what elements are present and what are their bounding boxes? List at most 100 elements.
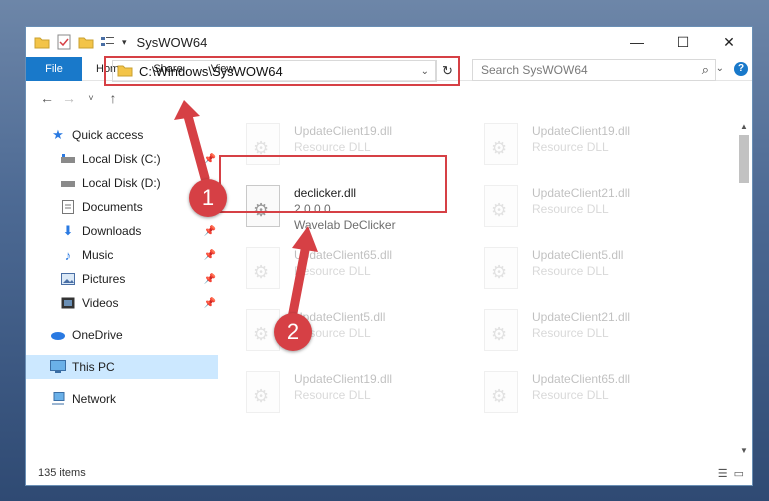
document-icon [60,199,76,215]
file-item[interactable]: UpdateClient19.dll Resource DLL [484,123,704,171]
navigation-bar: ← → ˅ ↑ [26,81,752,115]
navigation-pane: ★ Quick access Local Disk (C:) 📌 Local D… [26,119,218,459]
sidebar-item-videos[interactable]: Videos 📌 [26,291,218,315]
pictures-icon [60,271,76,287]
address-path[interactable]: C:\Windows\SysWOW64 [139,64,283,79]
file-description: Resource DLL [294,264,371,278]
sidebar-item-label: Local Disk (D:) [82,176,161,190]
view-menu-icon[interactable] [100,34,116,50]
file-description: Resource DLL [532,202,609,216]
pin-icon[interactable]: 📌 [204,154,216,165]
search-input[interactable]: Search SysWOW64 ⌕ [472,59,716,81]
details-view-icon[interactable]: ☰ [718,467,728,480]
title-bar: ▾ SysWOW64 — ☐ ✕ [26,27,752,57]
sidebar-item-label: This PC [72,360,115,374]
file-name: UpdateClient65.dll [532,372,631,386]
file-description: Resource DLL [294,388,371,402]
video-icon [60,295,76,311]
sidebar-item-pictures[interactable]: Pictures 📌 [26,267,218,291]
file-item[interactable]: UpdateClient21.dll Resource DLL [484,309,704,357]
dll-file-icon [484,185,518,227]
properties-icon[interactable] [56,34,72,50]
sidebar-item-label: Downloads [82,224,142,238]
sidebar-item-local-disk-c[interactable]: Local Disk (C:) 📌 [26,147,218,171]
maximize-button[interactable]: ☐ [660,27,706,57]
drive-icon [60,151,76,167]
tab-file[interactable]: File [26,56,82,81]
up-arrow-icon[interactable]: ↑ [102,90,124,106]
sidebar-item-quick-access[interactable]: ★ Quick access [26,123,218,147]
file-item[interactable]: UpdateClient65.dll Resource DLL [246,247,466,295]
recent-locations-icon[interactable]: ˅ [80,93,102,103]
address-dropdown-icon[interactable]: ⌄ [421,66,429,77]
close-button[interactable]: ✕ [706,27,752,57]
sidebar-item-label: Quick access [72,128,144,142]
dll-file-icon [484,371,518,413]
folder-icon[interactable] [34,34,50,50]
pin-icon[interactable]: 📌 [204,226,216,237]
pin-icon[interactable]: 📌 [204,298,216,309]
file-name: UpdateClient21.dll [532,186,631,200]
sidebar-item-label: Music [82,248,114,262]
star-icon: ★ [52,127,64,142]
search-icon[interactable]: ⌕ [702,62,709,78]
file-description: Resource DLL [532,140,609,154]
vertical-scrollbar[interactable]: ▲ ▼ [736,119,752,459]
scrollbar-thumb[interactable] [739,135,749,183]
file-name: UpdateClient65.dll [294,248,393,262]
sidebar-item-label: Videos [82,296,119,310]
window-title: SysWOW64 [136,34,208,50]
pin-icon[interactable]: 📌 [204,250,216,261]
file-name: UpdateClient19.dll [294,124,393,138]
dll-file-icon [246,247,280,289]
sidebar-item-downloads[interactable]: ⬇ Downloads 📌 [26,219,218,243]
dll-file-icon [484,309,518,351]
scroll-down-icon[interactable]: ▼ [736,443,752,459]
music-icon: ♪ [64,247,72,263]
pin-icon[interactable]: 📌 [204,274,216,285]
expand-ribbon-icon[interactable]: ⌄ [716,63,724,74]
file-item[interactable]: UpdateClient19.dll Resource DLL [246,371,466,419]
sidebar-item-label: Pictures [82,272,126,286]
file-item[interactable]: UpdateClient21.dll Resource DLL [484,185,704,233]
download-icon: ⬇ [62,223,74,238]
search-placeholder: Search SysWOW64 [481,63,588,77]
file-description: Resource DLL [532,326,609,340]
quick-access-toolbar: ▾ [34,34,127,50]
file-description: Resource DLL [532,264,609,278]
customize-toolbar-icon[interactable]: ▾ [122,37,127,48]
dll-file-icon [484,123,518,165]
file-description: Wavelab DeClicker [294,218,396,232]
sidebar-item-onedrive[interactable]: OneDrive [26,323,218,347]
step-2-badge: 2 [274,313,312,351]
file-name: UpdateClient21.dll [532,310,631,324]
window-controls: — ☐ ✕ [614,27,752,57]
forward-arrow-icon[interactable]: → [58,90,80,106]
sidebar-item-this-pc[interactable]: This PC [26,355,218,379]
file-item[interactable]: UpdateClient65.dll Resource DLL [484,371,704,419]
cloud-icon [50,327,66,343]
computer-icon [50,359,66,375]
scroll-up-icon[interactable]: ▲ [736,119,752,135]
sidebar-item-label: Network [72,392,117,406]
minimize-button[interactable]: — [614,27,660,57]
refresh-icon[interactable]: ↻ [436,60,458,82]
new-folder-icon[interactable] [78,34,94,50]
folder-icon [117,63,133,80]
file-name: UpdateClient19.dll [532,124,631,138]
sidebar-item-label: OneDrive [72,328,123,342]
back-arrow-icon[interactable]: ← [36,90,58,106]
status-bar: 135 items ☰ ▭ [26,461,752,485]
help-icon[interactable]: ? [734,61,748,76]
drive-icon [60,175,76,191]
file-name: UpdateClient5.dll [532,248,624,262]
network-icon [50,391,66,407]
file-name: UpdateClient19.dll [294,372,393,386]
sidebar-item-label: Local Disk (C:) [82,152,161,166]
highlight-box [219,155,447,213]
file-item[interactable]: UpdateClient5.dll Resource DLL [484,247,704,295]
sidebar-item-network[interactable]: Network [26,387,218,411]
large-icons-view-icon[interactable]: ▭ [734,467,744,480]
address-bar[interactable]: C:\Windows\SysWOW64 ⌄ ↻ [104,56,460,86]
sidebar-item-music[interactable]: ♪ Music 📌 [26,243,218,267]
